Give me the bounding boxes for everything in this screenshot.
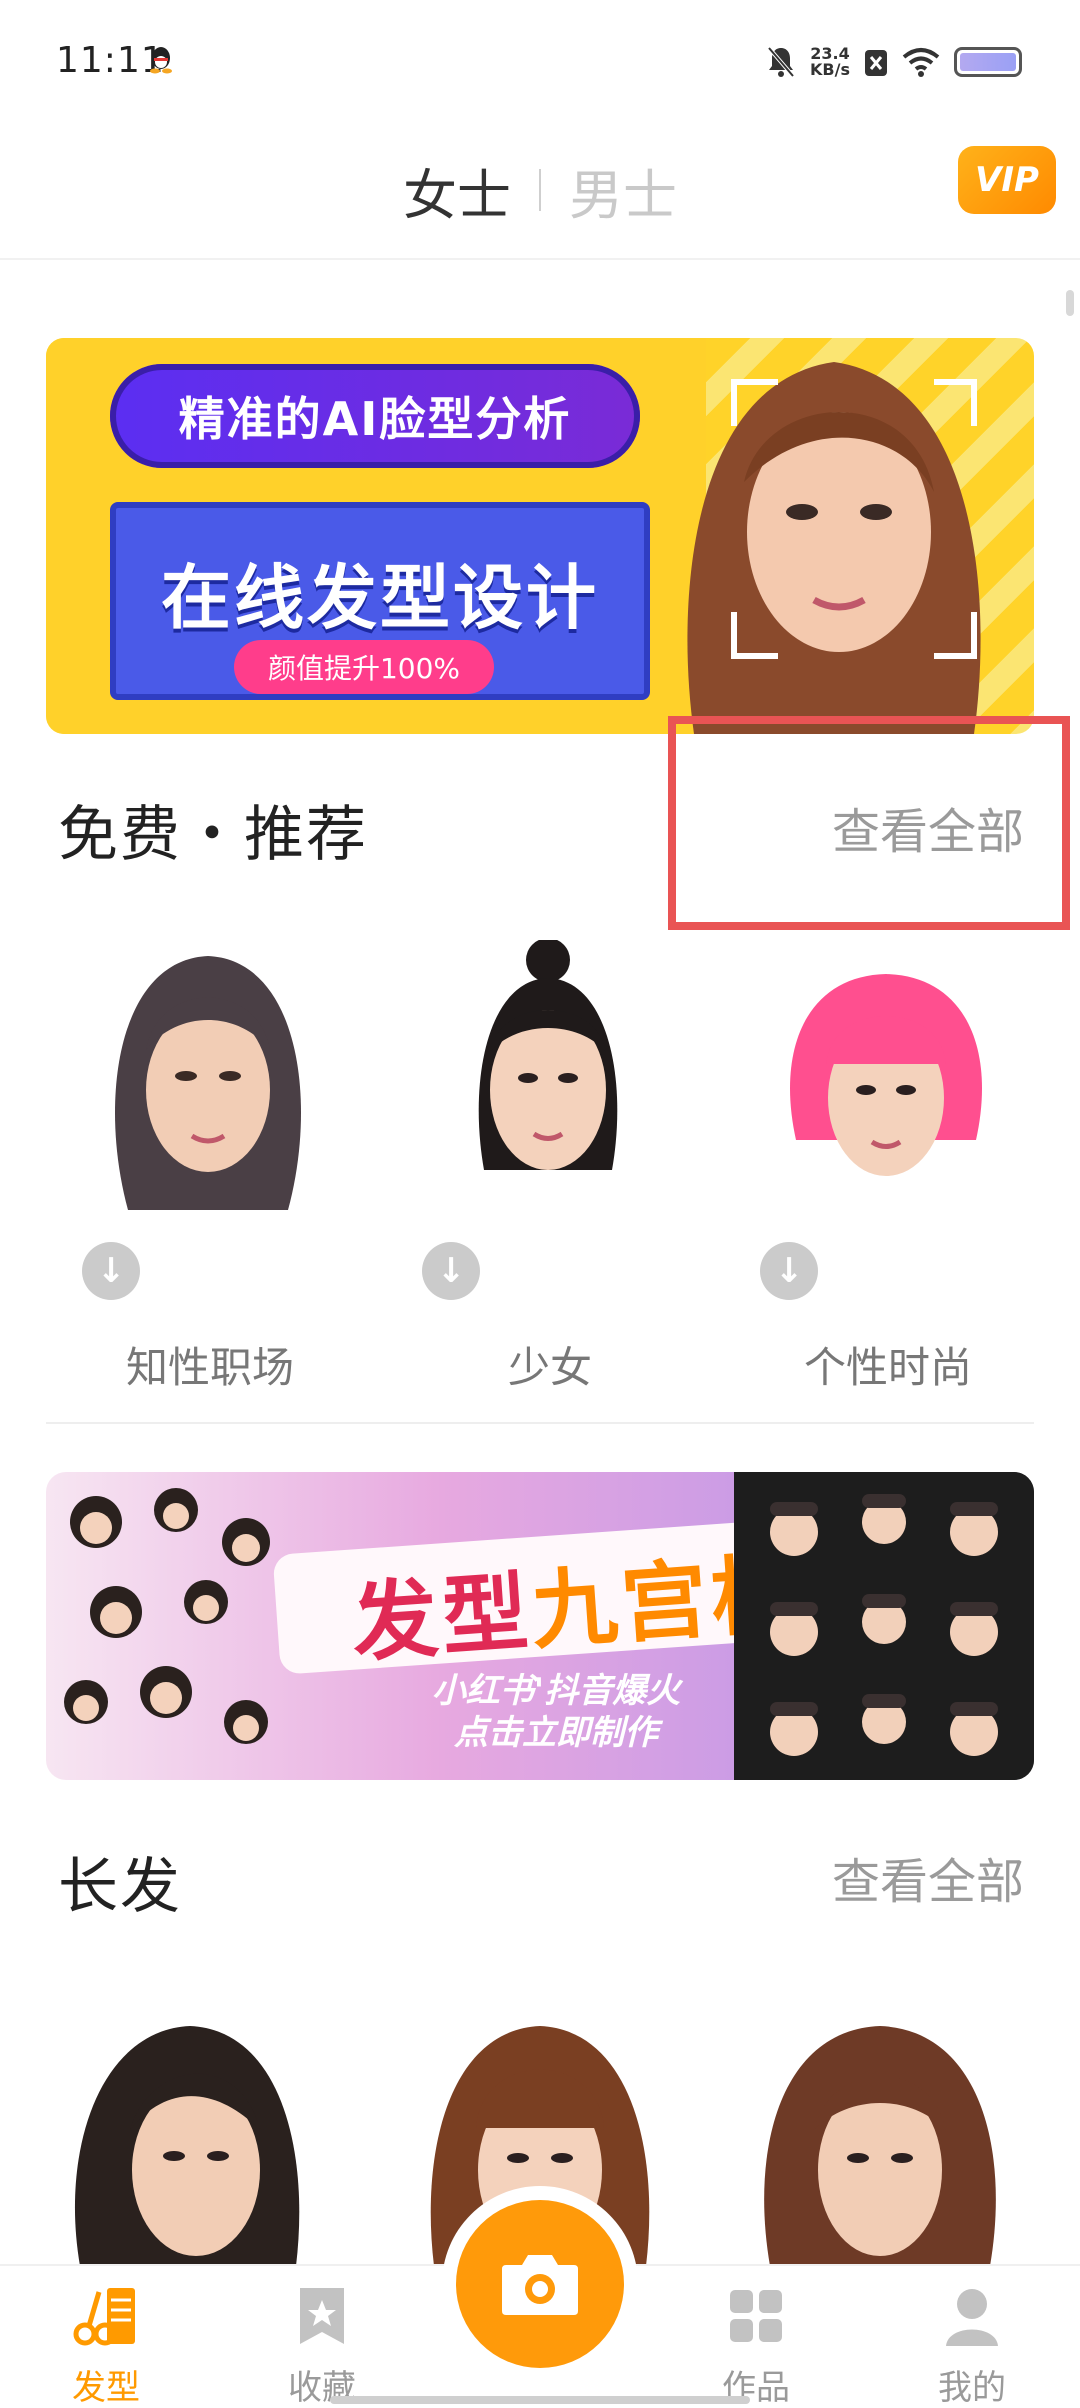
network-speed: 23.4 KB/s bbox=[810, 46, 850, 78]
camera-icon bbox=[502, 2255, 578, 2315]
banner-model-face bbox=[687, 362, 981, 734]
mute-bell-icon bbox=[767, 46, 795, 78]
nav-item-favorites[interactable]: 收藏 bbox=[262, 2284, 382, 2408]
hairstyle-item[interactable]: ↓ 个性时尚 bbox=[738, 940, 1038, 1400]
banner-title-part1: 发型 bbox=[348, 1562, 536, 1675]
banner-subtitle: 颜值提升100% bbox=[234, 640, 494, 694]
hairstyle-grid-banner[interactable]: 发型九宫格 小红书'抖音爆火 点击立即制作 bbox=[46, 1472, 1034, 1780]
vip-button[interactable]: VIP bbox=[958, 146, 1056, 214]
hairstyle-portrait bbox=[478, 940, 618, 1170]
camera-button[interactable] bbox=[456, 2200, 624, 2368]
banner-right-faces bbox=[734, 1472, 1034, 1780]
banner-subtitle-line2: 点击立即制作 bbox=[454, 1713, 658, 1753]
nav-label: 发型 bbox=[72, 2368, 140, 2408]
banner-pill: 精准的AI脸型分析 bbox=[110, 364, 640, 468]
gender-tabs: 女士 男士 bbox=[0, 150, 1080, 230]
see-all-long-button[interactable]: 查看全部 bbox=[832, 1842, 1024, 1912]
hairstyle-label: 个性时尚 bbox=[803, 1343, 972, 1392]
grid-icon bbox=[730, 2290, 782, 2342]
download-icon[interactable]: ↓ bbox=[82, 1242, 140, 1300]
qq-icon bbox=[150, 47, 172, 74]
status-icons: 23.4 KB/s bbox=[766, 40, 1022, 84]
hairstyle-portrait bbox=[790, 974, 982, 1176]
header-divider bbox=[0, 258, 1080, 260]
tab-female[interactable]: 女士 bbox=[375, 151, 539, 230]
hairstyle-label: 知性职场 bbox=[125, 1343, 294, 1392]
hairstyle-portrait[interactable] bbox=[60, 2010, 320, 2266]
banner-title-box: 在线发型设计 颜值提升100% bbox=[110, 502, 650, 700]
network-speed-unit: KB/s bbox=[810, 60, 850, 79]
hairstyle-item[interactable]: ↓ 少女 bbox=[400, 940, 700, 1400]
nav-item-works[interactable]: 作品 bbox=[696, 2284, 816, 2408]
highlight-box bbox=[668, 716, 1070, 930]
download-icon[interactable]: ↓ bbox=[760, 1242, 818, 1300]
home-indicator bbox=[330, 2396, 750, 2404]
section-divider bbox=[46, 1422, 1034, 1424]
profile-icon bbox=[946, 2289, 998, 2346]
ai-face-banner[interactable]: 精准的AI脸型分析 在线发型设计 颜值提升100% bbox=[46, 338, 1034, 734]
banner-left-faces bbox=[64, 1488, 270, 1744]
sim-off-icon bbox=[865, 50, 887, 76]
scrollbar[interactable] bbox=[1066, 290, 1074, 316]
scissors-comb-icon bbox=[73, 2288, 135, 2346]
banner-subtitle: 小红书'抖音爆火 点击立即制作 bbox=[336, 1670, 776, 1754]
status-bar: 11:11 23.4 KB/s bbox=[0, 0, 1080, 120]
hairstyle-item[interactable]: ↓ 知性职场 bbox=[60, 940, 360, 1400]
nav-item-me[interactable]: 我的 bbox=[912, 2284, 1032, 2408]
tab-male[interactable]: 男士 bbox=[541, 151, 705, 230]
hairstyle-portrait[interactable] bbox=[750, 2010, 1010, 2266]
banner-title: 在线发型设计 bbox=[161, 557, 599, 639]
nav-item-hairstyle[interactable]: 发型 bbox=[46, 2284, 166, 2408]
battery-icon bbox=[954, 47, 1022, 77]
hairstyle-portrait bbox=[114, 956, 302, 1210]
wifi-icon bbox=[902, 48, 940, 77]
section-title-free: 免费・推荐 bbox=[58, 800, 368, 870]
nav-label: 我的 bbox=[938, 2368, 1006, 2408]
banner-subtitle-line1: 小红书'抖音爆火 bbox=[431, 1671, 681, 1711]
download-icon[interactable]: ↓ bbox=[422, 1242, 480, 1300]
hairstyle-label: 少女 bbox=[507, 1343, 592, 1392]
section-title-long: 长发 bbox=[58, 1852, 182, 1922]
bookmark-star-icon bbox=[300, 2288, 344, 2344]
